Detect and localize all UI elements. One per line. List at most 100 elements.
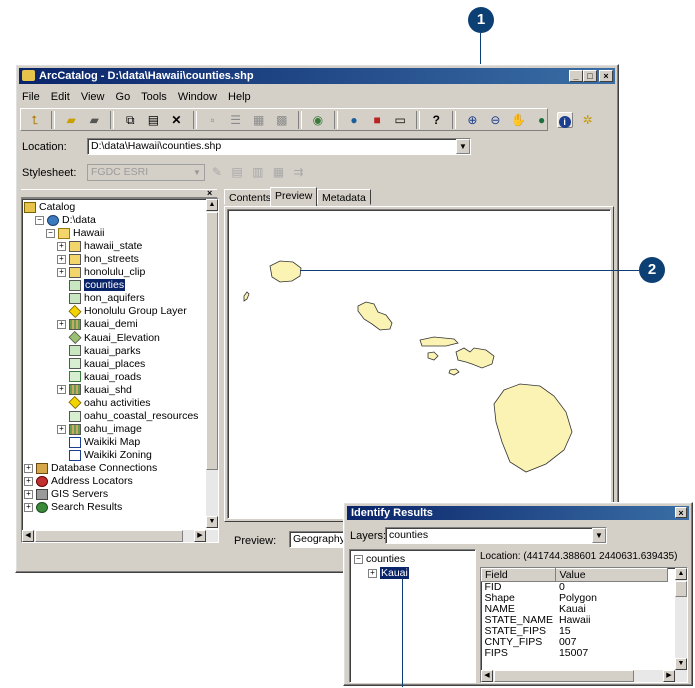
tree-item-hawaii-state[interactable]: + hawaii_state <box>57 240 142 253</box>
tree-item-kauai-parks[interactable]: kauai_parks <box>57 345 141 358</box>
copy-icon[interactable]: ⧉ <box>122 112 138 128</box>
expand-icon[interactable]: + <box>57 320 66 330</box>
menu-go[interactable]: Go <box>116 91 131 103</box>
tree-item-oahu-coastal-resources[interactable]: oahu_coastal_resources <box>57 410 198 423</box>
expand-icon[interactable]: + <box>57 267 66 277</box>
expand-icon[interactable]: + <box>57 254 66 264</box>
menu-window[interactable]: Window <box>178 91 217 103</box>
table-vertical-scrollbar[interactable]: ▲ ▼ <box>675 568 687 670</box>
tree-item-waikiki-zoning[interactable]: Waikiki Zoning <box>57 449 152 462</box>
up-one-level-icon[interactable]: ⮤ <box>27 112 43 128</box>
table-scroll-down-icon[interactable]: ▼ <box>675 658 687 670</box>
table-scroll-right-icon[interactable]: ▶ <box>663 670 675 682</box>
collapse-icon[interactable]: − <box>46 228 55 238</box>
collapse-icon[interactable]: − <box>354 554 363 564</box>
tree-item-kauai-shd[interactable]: + kauai_shd <box>57 384 132 397</box>
tree-item-honolulu-clip[interactable]: + honolulu_clip <box>57 266 145 279</box>
connect-folder-icon[interactable]: ▰ <box>63 112 79 128</box>
menu-help[interactable]: Help <box>228 91 251 103</box>
collapse-icon[interactable]: − <box>35 215 44 225</box>
chevron-down-icon[interactable]: ▼ <box>456 139 470 154</box>
tree-horizontal-scrollbar[interactable]: ◀ ▶ <box>22 530 218 542</box>
tab-contents[interactable]: Contents <box>224 189 277 205</box>
location-combobox[interactable]: D:\data\Hawaii\counties.shp ▼ <box>87 138 471 155</box>
tab-metadata[interactable]: Metadata <box>317 189 371 205</box>
expand-icon[interactable]: + <box>57 385 66 395</box>
stylesheet-combobox[interactable]: FGDC ESRI ▼ <box>87 164 205 181</box>
close-button[interactable]: × <box>599 70 613 82</box>
tree-item-search-results[interactable]: + Search Results <box>24 501 122 514</box>
tree-item-kauai-demi[interactable]: + kauai_demi <box>57 318 138 331</box>
column-header-value[interactable]: Value <box>555 568 669 582</box>
h-scroll-thumb[interactable] <box>35 530 183 542</box>
tree-item-database-connections[interactable]: + Database Connections <box>24 462 157 475</box>
launch-arcmap-icon[interactable]: ◉ <box>310 112 326 128</box>
large-icons-icon[interactable]: ▫ <box>205 112 221 128</box>
expand-icon[interactable]: + <box>368 568 377 578</box>
search-globe-icon[interactable]: ● <box>346 112 362 128</box>
table-scroll-left-icon[interactable]: ◀ <box>481 670 493 682</box>
table-horizontal-scrollbar[interactable]: ◀ ▶ <box>481 670 687 682</box>
expand-icon[interactable]: + <box>57 424 66 434</box>
tree-item-kauai-roads[interactable]: kauai_roads <box>57 371 141 384</box>
whats-this-icon[interactable]: ? <box>428 112 444 128</box>
tree-item-counties[interactable]: counties <box>57 279 126 292</box>
menu-file[interactable]: File <box>22 91 40 103</box>
zoom-in-icon[interactable]: ⊕ <box>464 112 480 128</box>
layers-chevron-down-icon[interactable]: ▼ <box>592 528 606 543</box>
scroll-left-icon[interactable]: ◀ <box>22 530 34 542</box>
disconnect-folder-icon[interactable]: ▰ <box>86 112 102 128</box>
create-thumbnail-icon[interactable]: ✲ <box>580 112 596 128</box>
preview-type-combobox[interactable]: Geography <box>289 531 349 548</box>
table-scroll-thumb[interactable] <box>675 581 687 597</box>
tree-item-catalog[interactable]: Catalog <box>24 201 75 214</box>
scroll-up-icon[interactable]: ▲ <box>206 199 218 211</box>
tree-item-hawaii[interactable]: − Hawaii <box>46 227 105 240</box>
tree-item-gis-servers[interactable]: + GIS Servers <box>24 488 108 501</box>
tree-item-hon-aquifers[interactable]: hon_aquifers <box>57 292 145 305</box>
pan-icon[interactable]: ✋ <box>511 112 527 128</box>
tree-panel-close-icon[interactable]: × <box>207 188 212 198</box>
tree-item-address-locators[interactable]: + Address Locators <box>24 475 133 488</box>
zoom-out-icon[interactable]: ⊖ <box>487 112 503 128</box>
tree-item-honolulu-group-layer[interactable]: Honolulu Group Layer <box>57 305 187 319</box>
layers-combobox[interactable]: counties ▼ <box>385 527 607 544</box>
scroll-down-icon[interactable]: ▼ <box>206 516 218 528</box>
details-icon[interactable]: ▦ <box>251 112 267 128</box>
full-extent-icon[interactable]: ● <box>534 112 550 128</box>
tree-item-kauai-elevation[interactable]: Kauai_Elevation <box>57 331 160 345</box>
table-scroll-up-icon[interactable]: ▲ <box>675 568 687 580</box>
tab-preview[interactable]: Preview <box>270 187 318 206</box>
tree-vertical-scrollbar[interactable]: ▲ ▼ <box>206 199 218 528</box>
maximize-button[interactable]: □ <box>583 70 597 82</box>
expand-icon[interactable]: + <box>24 463 33 473</box>
tree-item-waikiki-map[interactable]: Waikiki Map <box>57 436 140 449</box>
delete-icon[interactable]: ✕ <box>168 112 184 128</box>
thumbnails-icon[interactable]: ▩ <box>274 112 290 128</box>
menu-view[interactable]: View <box>81 91 105 103</box>
tree-item-kauai-places[interactable]: kauai_places <box>57 358 145 371</box>
tree-item-oahu-image[interactable]: + oahu_image <box>57 423 142 436</box>
identify-icon[interactable]: i <box>556 112 573 128</box>
menu-tools[interactable]: Tools <box>141 91 167 103</box>
command-line-icon[interactable]: ▭ <box>392 112 408 128</box>
tree-item-hon-streets[interactable]: + hon_streets <box>57 253 139 266</box>
tree-item-oahu-activities[interactable]: oahu activities <box>57 396 151 410</box>
map-preview[interactable] <box>227 209 611 519</box>
table-row[interactable]: FIPS 15007 <box>482 648 668 659</box>
table-h-scroll-thumb[interactable] <box>494 670 634 682</box>
tree-panel-grip[interactable] <box>21 189 217 198</box>
expand-icon[interactable]: + <box>57 241 66 251</box>
expand-icon[interactable]: + <box>24 489 33 499</box>
scroll-thumb[interactable] <box>206 212 218 470</box>
minimize-button[interactable]: _ <box>569 70 583 82</box>
list-icon[interactable]: ☰ <box>228 112 244 128</box>
tree-item-d-data[interactable]: − D:\data <box>35 214 96 227</box>
menu-edit[interactable]: Edit <box>51 91 70 103</box>
scroll-right-icon[interactable]: ▶ <box>194 530 206 542</box>
arctoolbox-icon[interactable]: ■ <box>369 112 385 128</box>
expand-icon[interactable]: + <box>24 502 33 512</box>
paste-icon[interactable]: ▤ <box>145 112 161 128</box>
column-header-field[interactable]: Field <box>481 568 557 582</box>
identify-close-button[interactable]: × <box>675 507 687 518</box>
